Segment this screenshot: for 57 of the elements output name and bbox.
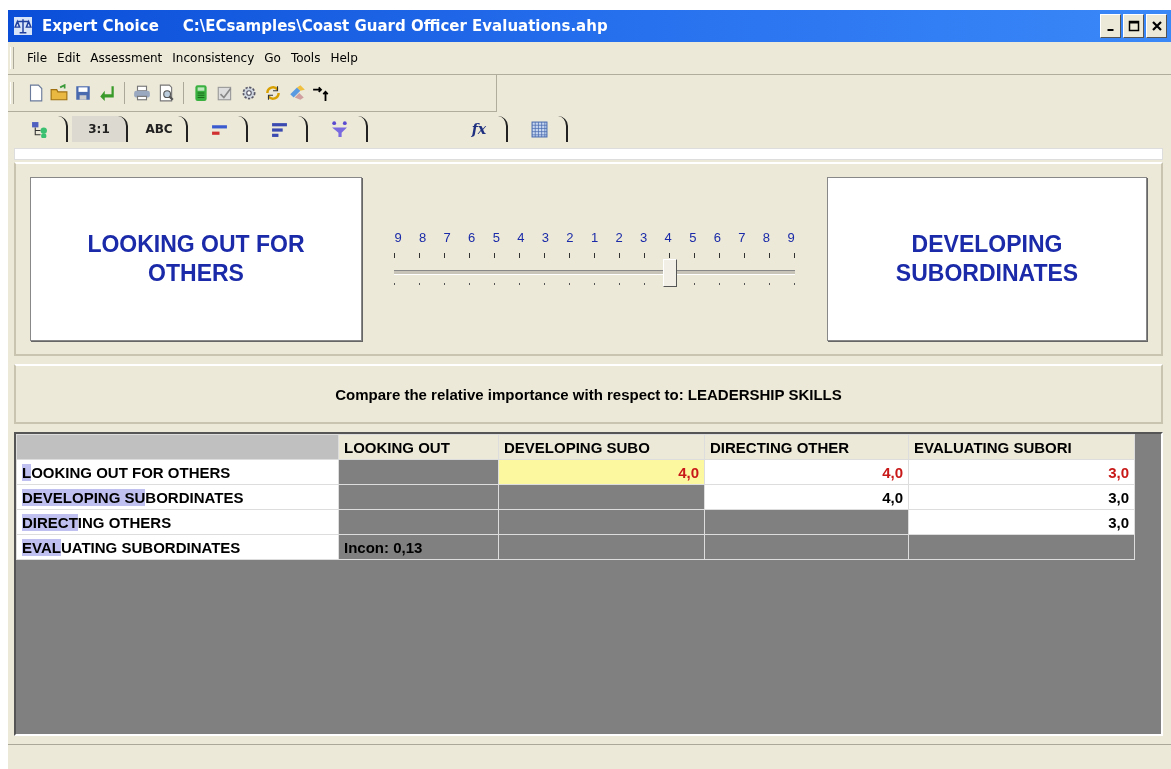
column-header: DEVELOPING SUBO [498,434,705,460]
scale-number: 5 [688,229,698,245]
minimize-icon [1107,29,1114,31]
funnel-icon [330,120,348,138]
row-header[interactable]: DEVELOPING SUBORDINATES [16,484,339,510]
column-header: EVALUATING SUBORI [908,434,1135,460]
prompt-text: Compare the relative importance with respect to: LEADERSHIP SKILLS [335,385,842,403]
menu-item[interactable]: Help [325,51,363,65]
scale-number: 9 [393,229,403,245]
minimize-button[interactable] [1100,14,1121,38]
close-icon [1150,20,1163,32]
file-path: C:\ECsamples\Coast Guard Officer Evaluations.ahp [182,17,608,35]
column-header: LOOKING OUT [338,434,499,460]
scale-number: 3 [639,229,649,245]
scale-number: 8 [417,229,428,245]
slider-thumb[interactable] [662,258,677,287]
menu-item[interactable]: Go [259,51,286,65]
menu-item[interactable]: Edit [52,51,86,65]
bar-chart-icon [270,120,288,138]
maximize-icon [1127,20,1140,32]
menu-item[interactable]: File [22,51,53,65]
matrix-cell[interactable]: 3,0 [908,484,1135,510]
scale-number: 7 [442,229,452,245]
row-header[interactable]: EVALUATING SUBORDINATES [16,534,339,560]
maximize-button[interactable] [1123,14,1144,38]
tree-icon [30,120,48,138]
matrix-cell[interactable]: 4,0 [498,459,705,485]
matrix-cell[interactable]: 3,0 [908,459,1135,485]
menu-item[interactable]: Tools [285,51,326,65]
scales-icon [14,17,32,35]
right-element-box[interactable]: DEVELOPING SUBORDINATES [827,177,1147,341]
matrix-cell[interactable]: 4,0 [704,459,909,485]
scale-number: 5 [491,229,501,245]
row-header[interactable]: DIRECTING OTHERS [16,509,339,535]
scale-number: 3 [540,229,550,245]
left-element-box[interactable]: LOOKING OUT FOR OTHERS [30,177,362,341]
scale-number: 9 [786,229,796,245]
scale-number: 7 [737,229,747,245]
scale-number: 1 [589,229,600,245]
grid-icon [530,120,548,138]
scale-number: 8 [761,229,772,245]
matrix-cell[interactable]: 3,0 [908,509,1135,535]
scale-number: 4 [516,229,526,245]
scale-number: 6 [467,229,477,245]
scale-number: 2 [565,229,575,245]
inconsistency-ratio: Incon: 0,13 [338,534,499,560]
scale-number: 6 [712,229,722,245]
menu-item[interactable]: Assessment [85,51,168,65]
scale-number: 4 [663,229,673,245]
scale-number: 2 [614,229,624,245]
close-button[interactable] [1146,14,1167,38]
matrix-cell[interactable]: 4,0 [704,484,909,510]
column-header: DIRECTING OTHER [704,434,909,460]
row-header[interactable]: LOOKING OUT FOR OTHERS [16,459,339,485]
window-title: Expert Choice [42,17,159,35]
tab[interactable]: 3:1 [72,116,128,142]
menu-item[interactable]: Inconsistency [167,51,260,65]
